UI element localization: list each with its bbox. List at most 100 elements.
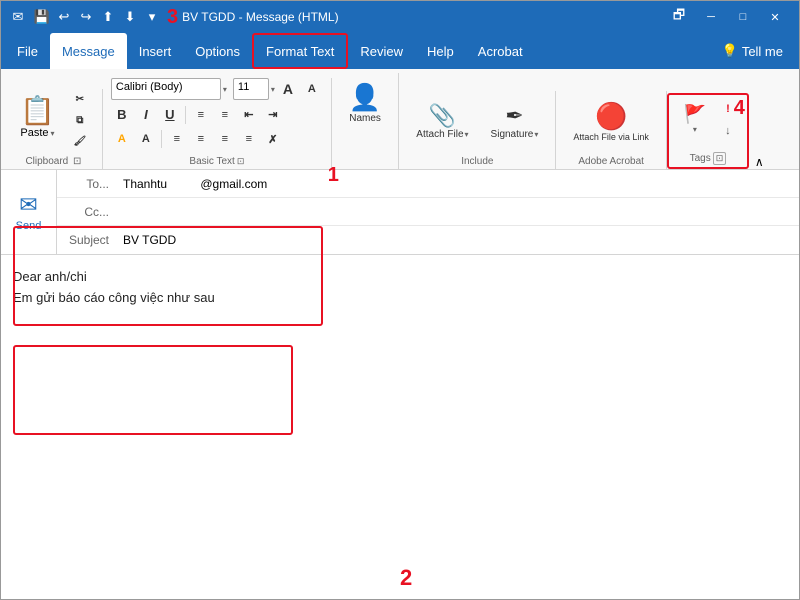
paste-icon: 📋 <box>20 94 55 127</box>
clipboard-label: Clipboard ⊡ <box>5 156 102 167</box>
flag-dropdown-arrow: ▾ <box>693 125 697 134</box>
restore-button[interactable]: 🗗 <box>663 1 695 33</box>
include-label: Include <box>399 156 555 167</box>
tags-buttons: 🚩 ▾ ! ↓ <box>677 99 739 141</box>
basic-text-expand-icon[interactable]: ⊡ <box>237 156 245 167</box>
flag-button[interactable]: 🚩 ▾ <box>677 99 713 139</box>
paste-button[interactable]: 📋 Paste ▾ <box>13 89 62 151</box>
app-icon: ✉ <box>9 8 27 26</box>
annotation-4: 4 <box>734 97 745 120</box>
window-controls: 🗗 ─ □ ✕ <box>663 1 791 33</box>
redo-icon[interactable]: ↪ <box>77 8 95 26</box>
format-painter-button[interactable]: 🖌 <box>66 131 94 151</box>
clipboard-group: 📋 Paste ▾ ✂ ⧉ 🖌 Clipboard ⊡ <box>5 89 103 169</box>
cc-input[interactable] <box>117 201 799 223</box>
font-size-dropdown-arrow: ▾ <box>271 85 275 94</box>
collapse-ribbon-button[interactable]: ∧ <box>749 151 770 169</box>
menu-options[interactable]: Options <box>183 33 252 69</box>
annotation-1: 1 <box>328 164 339 187</box>
compose-area[interactable]: Dear anh/chi Em gửi báo cáo công việc nh… <box>13 267 787 397</box>
indent-more-button[interactable]: ⇥ <box>262 105 284 125</box>
menu-review[interactable]: Review <box>348 33 415 69</box>
menu-help[interactable]: Help <box>415 33 466 69</box>
clear-format-button[interactable]: ✗ <box>262 129 284 149</box>
email-fields: To... document.querySelector('[data-name… <box>57 170 799 254</box>
num-list-button[interactable]: ≡ <box>214 105 236 125</box>
tags-label: Tags ⊡ <box>669 152 747 165</box>
signature-dropdown-arrow: ▾ <box>534 130 538 139</box>
underline-button[interactable]: U <box>159 104 181 125</box>
minimize-button[interactable]: ─ <box>695 1 727 33</box>
cut-button[interactable]: ✂ <box>66 89 94 109</box>
app-window: ✉ 💾 ↩ ↪ ⬆ ⬇ ▾ 3 BV TGDD - Message (HTML)… <box>0 0 800 600</box>
highlight-button[interactable]: A <box>111 129 133 149</box>
basic-text-group: Calibri (Body) ▾ 11 ▾ A A B I U ≡ <box>103 78 332 169</box>
italic-button[interactable]: I <box>135 104 157 125</box>
customize-qat-icon[interactable]: ▾ <box>143 8 161 26</box>
align-center-button[interactable]: ≡ <box>190 129 212 149</box>
subject-label: Subject <box>57 233 117 247</box>
menu-message[interactable]: Message <box>50 33 127 69</box>
font-color-button[interactable]: A <box>135 129 157 149</box>
lightbulb-icon: 💡 <box>722 43 738 59</box>
main-content: ✉ Send To... document.querySelector('[da… <box>1 170 799 599</box>
indent-less-button[interactable]: ⇤ <box>238 105 260 125</box>
subject-input[interactable] <box>117 229 799 251</box>
send-button-area[interactable]: ✉ Send <box>1 170 57 254</box>
increase-font-button[interactable]: A <box>277 78 299 100</box>
clipboard-expand-icon[interactable]: ⊡ <box>73 156 81 167</box>
menu-file[interactable]: File <box>5 33 50 69</box>
justify-button[interactable]: ≡ <box>238 129 260 149</box>
include-buttons: 📎 Attach File ▾ ✒ Signature ▾ <box>407 91 547 151</box>
send-button[interactable]: ✉ Send <box>12 184 46 240</box>
save-icon[interactable]: 💾 <box>33 8 51 26</box>
tags-expand-icon[interactable]: ⊡ <box>713 152 727 165</box>
align-right-button[interactable]: ≡ <box>214 129 236 149</box>
title-bar: ✉ 💾 ↩ ↪ ⬆ ⬇ ▾ 3 BV TGDD - Message (HTML)… <box>1 1 799 33</box>
names-icon: 👤 <box>349 82 381 113</box>
attach-file-button[interactable]: 📎 Attach File ▾ <box>407 91 477 151</box>
adobe-icon: 🔴 <box>595 101 627 132</box>
paste-dropdown-arrow: ▾ <box>51 129 55 138</box>
menu-tell-me[interactable]: 💡 Tell me <box>710 33 795 69</box>
bullet-list-button[interactable]: ≡ <box>190 105 212 125</box>
basic-text-label: Basic Text ⊡ <box>103 156 331 167</box>
ribbon-groups: 📋 Paste ▾ ✂ ⧉ 🖌 Clipboard ⊡ <box>1 73 799 169</box>
bold-button[interactable]: B <box>111 104 133 125</box>
send-icon: ✉ <box>19 192 37 218</box>
adobe-button[interactable]: 🔴 Attach File via Link <box>564 91 658 151</box>
to-label: To... <box>57 177 117 191</box>
menu-insert[interactable]: Insert <box>127 33 184 69</box>
compose-wrapper: Dear anh/chi Em gửi báo cáo công việc nh… <box>1 255 799 599</box>
email-fields-container: ✉ Send To... document.querySelector('[da… <box>1 170 799 254</box>
importance-low-button[interactable]: ↓ <box>717 121 739 141</box>
clipboard-small-buttons: ✂ ⧉ 🖌 <box>66 89 94 151</box>
flag-icon: 🚩 <box>684 104 706 125</box>
window-title: BV TGDD - Message (HTML) <box>182 10 338 24</box>
decrease-font-button[interactable]: A <box>301 79 323 99</box>
subject-field: Subject document.querySelector('[data-na… <box>57 226 799 254</box>
adobe-label: Adobe Acrobat <box>556 156 666 167</box>
signature-button[interactable]: ✒ Signature ▾ <box>482 91 548 151</box>
email-area: ✉ Send To... document.querySelector('[da… <box>1 170 799 255</box>
annotation-2: 2 <box>400 565 412 591</box>
menu-format-text[interactable]: Format Text <box>252 33 348 69</box>
include-group: 📎 Attach File ▾ ✒ Signature ▾ <box>399 91 556 169</box>
align-left-button[interactable]: ≡ <box>166 129 188 149</box>
maximize-button[interactable]: □ <box>727 1 759 33</box>
menu-bar: File Message Insert Options Format Text … <box>1 33 799 69</box>
to-input[interactable] <box>117 173 799 195</box>
down-icon[interactable]: ⬇ <box>121 8 139 26</box>
undo-icon[interactable]: ↩ <box>55 8 73 26</box>
adobe-group: 🔴 Attach File via Link Adobe Acrobat <box>556 91 667 169</box>
close-button[interactable]: ✕ <box>759 1 791 33</box>
names-button[interactable]: 👤 Names <box>340 73 390 133</box>
copy-button[interactable]: ⧉ <box>66 110 94 130</box>
names-group: 👤 Names <box>332 73 399 169</box>
up-icon[interactable]: ⬆ <box>99 8 117 26</box>
font-name-box[interactable]: Calibri (Body) <box>111 78 221 100</box>
font-size-box[interactable]: 11 <box>233 78 269 100</box>
separator-2 <box>161 130 162 148</box>
menu-acrobat[interactable]: Acrobat <box>466 33 535 69</box>
to-field: To... document.querySelector('[data-name… <box>57 170 799 198</box>
